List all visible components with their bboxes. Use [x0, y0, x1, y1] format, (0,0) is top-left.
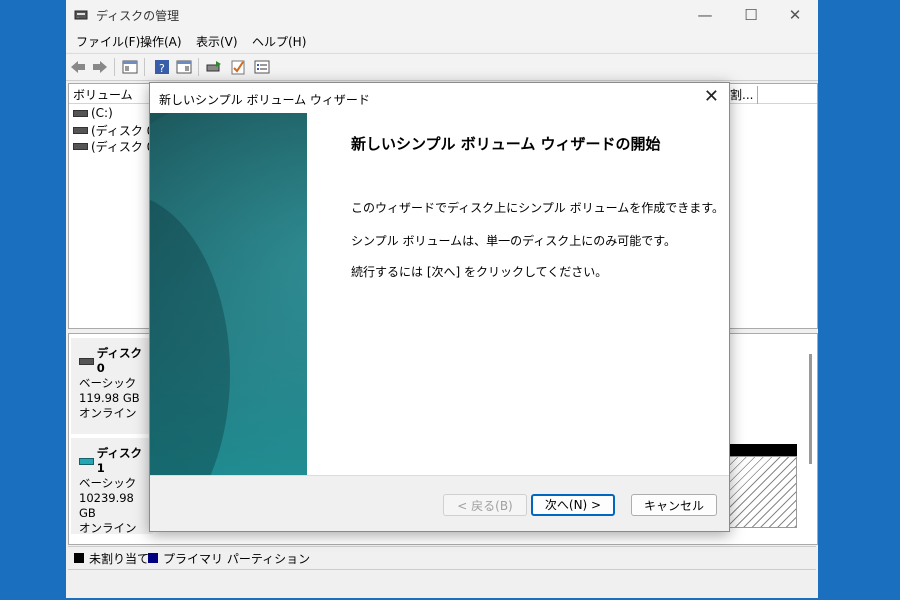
new-simple-volume-wizard: 新しいシンプル ボリューム ウィザード ✕ 新しいシンプル ボリューム ウィザー…	[149, 82, 730, 532]
vertical-scrollbar[interactable]	[809, 354, 812, 464]
toolbar-separator	[114, 58, 115, 76]
legend-primary: プライマリ パーティション	[163, 552, 311, 566]
disk-status: オンライン	[79, 521, 137, 535]
wizard-paragraph: 続行するには [次へ] をクリックしてください。	[351, 265, 608, 279]
drive-icon	[73, 109, 88, 117]
legend: 未割り当て プライマリ パーティション	[68, 546, 816, 569]
menu-action[interactable]: 操作(A)	[140, 33, 182, 50]
disk-type: ベーシック	[79, 476, 137, 490]
cancel-button[interactable]: キャンセル	[631, 494, 717, 516]
column-header-volume[interactable]: ボリューム	[73, 86, 133, 103]
menu-file[interactable]: ファイル(F)	[76, 33, 140, 50]
close-button[interactable]: ✕	[772, 0, 818, 30]
disk-status: オンライン	[79, 406, 137, 420]
disk-type: ベーシック	[79, 376, 137, 390]
back-arrow-icon[interactable]	[70, 59, 86, 75]
disk-size: 10239.98 GB	[79, 491, 134, 520]
wizard-side-banner	[150, 113, 307, 475]
volume-label: (C:)	[91, 106, 113, 120]
wizard-paragraph: このウィザードでディスク上にシンプル ボリュームを作成できます。	[351, 201, 725, 215]
unallocated-header	[729, 444, 797, 456]
help-icon[interactable]: ?	[154, 59, 170, 75]
back-button[interactable]: < 戻る(B)	[443, 494, 527, 516]
toolbar: ?	[66, 53, 818, 81]
disk-icon	[79, 357, 94, 365]
unallocated-swatch	[74, 553, 84, 563]
console-tree-icon[interactable]	[122, 59, 138, 75]
list-item[interactable]: (C:)	[73, 106, 113, 120]
svg-text:?: ?	[159, 62, 165, 75]
disk-management-icon	[74, 10, 88, 20]
properties-icon[interactable]	[176, 59, 192, 75]
primary-swatch	[148, 553, 158, 563]
list-icon[interactable]	[254, 59, 270, 75]
wizard-body: 新しいシンプル ボリューム ウィザードの開始 このウィザードでディスク上にシンプ…	[150, 113, 729, 475]
minimize-button[interactable]: —	[682, 0, 728, 30]
drive-icon	[73, 143, 88, 150]
disk-0-info[interactable]: ディスク 0 ベーシック 119.98 GB オンライン	[71, 338, 153, 434]
drive-icon	[73, 127, 88, 134]
disk-icon	[79, 457, 94, 465]
menu-help[interactable]: ヘルプ(H)	[252, 33, 306, 50]
rescan-icon[interactable]	[206, 59, 222, 75]
column-header-size[interactable]: 割...	[727, 86, 758, 104]
status-bar	[68, 569, 816, 596]
menu-view[interactable]: 表示(V)	[196, 33, 238, 50]
wizard-close-button[interactable]: ✕	[704, 86, 719, 107]
wizard-heading: 新しいシンプル ボリューム ウィザードの開始	[351, 135, 661, 153]
next-button[interactable]: 次へ(N) >	[531, 494, 615, 516]
toolbar-separator	[144, 58, 145, 76]
wizard-footer: < 戻る(B) 次へ(N) > キャンセル	[150, 475, 729, 531]
disk-name: ディスク 1	[96, 446, 142, 475]
toolbar-separator	[198, 58, 199, 76]
wizard-title-bar: 新しいシンプル ボリューム ウィザード ✕	[150, 83, 729, 113]
disk-size: 119.98 GB	[79, 391, 140, 405]
title-bar: ディスクの管理 — ☐ ✕	[66, 0, 818, 30]
wizard-paragraph: シンプル ボリュームは、単一のディスク上にのみ可能です。	[351, 234, 677, 248]
maximize-button[interactable]: ☐	[728, 0, 774, 30]
forward-arrow-icon[interactable]	[92, 59, 108, 75]
legend-unallocated: 未割り当て	[89, 552, 150, 566]
check-icon[interactable]	[230, 59, 246, 75]
menu-bar: ファイル(F) 操作(A) 表示(V) ヘルプ(H)	[66, 30, 818, 52]
wizard-title: 新しいシンプル ボリューム ウィザード	[159, 93, 370, 107]
disk-1-info[interactable]: ディスク 1 ベーシック 10239.98 GB オンライン	[71, 438, 153, 535]
window-title: ディスクの管理	[96, 9, 180, 23]
disk-name: ディスク 0	[96, 346, 142, 375]
column-header-blank[interactable]	[757, 86, 816, 104]
unallocated-region[interactable]	[729, 456, 797, 528]
